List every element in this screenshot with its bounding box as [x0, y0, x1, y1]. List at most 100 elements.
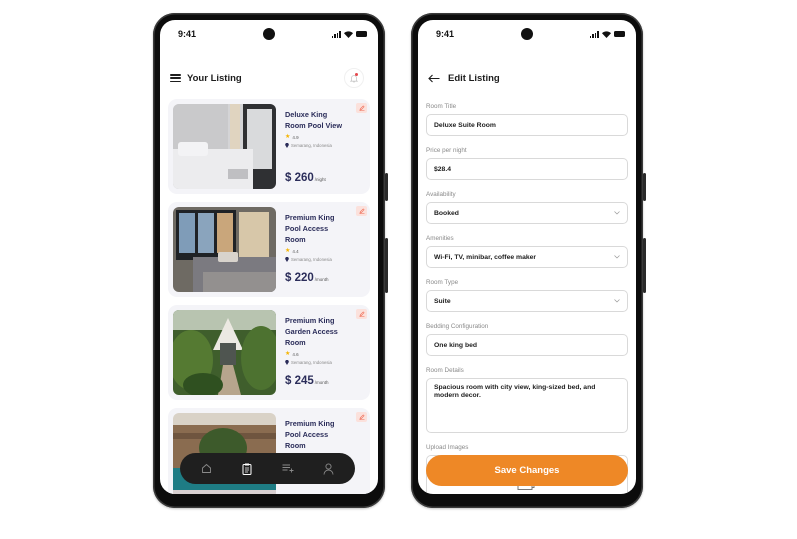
price-unit: /night	[314, 177, 326, 182]
card-title: Premium King Pool Access Room	[285, 419, 335, 450]
location: Semarang, Indonesia	[285, 360, 365, 365]
rating-value: 4.6	[292, 351, 299, 357]
bedding-value: One king bed	[434, 341, 478, 349]
location: Semarang, Indonesia	[285, 143, 365, 148]
price-value: $ 260	[285, 172, 314, 184]
chevron-down-icon	[614, 255, 620, 259]
bedding-input[interactable]: One king bed	[426, 334, 628, 356]
price-value: $28.4	[434, 165, 452, 173]
save-changes-button[interactable]: Save Changes	[426, 455, 628, 486]
edit-button[interactable]	[356, 412, 367, 422]
pencil-icon	[359, 311, 365, 317]
card-body: Premium King Pool Access Room ★ 4.4 Semar…	[285, 207, 365, 292]
listing-cards: Deluxe King Room Pool View ★ 4.9 Semarang…	[168, 99, 370, 494]
volume-button	[385, 173, 388, 201]
chevron-down-icon	[614, 299, 620, 303]
user-icon	[323, 462, 334, 475]
nav-add-listing[interactable]	[278, 459, 298, 479]
price-input[interactable]: $28.4	[426, 158, 628, 180]
availability-value: Booked	[434, 209, 459, 217]
room-title-value: Deluxe Suite Room	[434, 121, 496, 129]
front-camera	[263, 28, 275, 40]
listing-header: Your Listing	[170, 66, 364, 90]
power-button	[643, 238, 646, 293]
price-value: $ 220	[285, 272, 314, 284]
location-text: Semarang, Indonesia	[291, 143, 332, 148]
card-title: Deluxe King Room Pool View	[285, 110, 343, 130]
listing-card[interactable]: Premium King Pool Access Room ★ 4.4 Semar…	[168, 202, 370, 297]
bedding-label: Bedding Configuration	[426, 323, 489, 330]
availability-select[interactable]: Booked	[426, 202, 628, 224]
rating-value: 4.9	[292, 134, 299, 140]
menu-icon[interactable]	[170, 74, 181, 82]
status-icons	[589, 30, 625, 38]
details-textarea[interactable]: Spacious room with city view, king-sized…	[426, 378, 628, 433]
arrow-left-icon	[428, 74, 440, 82]
card-body: Premium King Garden Access Room ★ 4.6 Sem…	[285, 310, 365, 395]
location-pin-icon	[285, 360, 289, 365]
edit-form: Room Title Deluxe Suite Room Price per n…	[426, 103, 628, 494]
price-unit: /month	[314, 277, 329, 282]
edit-button[interactable]	[356, 206, 367, 216]
status-time: 9:41	[178, 29, 197, 39]
phone-edit: 9:41 Edit Listing Room Title Deluxe Suit…	[411, 13, 646, 508]
battery-icon	[614, 31, 625, 37]
amenities-select[interactable]: Wi-Fi, TV, minibar, coffee maker	[426, 246, 628, 268]
details-value: Spacious room with city view, king-sized…	[434, 384, 596, 399]
signal-icon	[331, 30, 341, 38]
nav-profile[interactable]	[319, 459, 339, 479]
listing-card[interactable]: Deluxe King Room Pool View ★ 4.9 Semarang…	[168, 99, 370, 194]
room-type-select[interactable]: Suite	[426, 290, 628, 312]
details-label: Room Details	[426, 367, 464, 374]
pencil-icon	[359, 414, 365, 420]
bottom-nav	[180, 453, 355, 484]
room-title-input[interactable]: Deluxe Suite Room	[426, 114, 628, 136]
star-icon: ★	[285, 351, 291, 357]
card-title: Premium King Pool Access Room	[285, 213, 335, 244]
window-bedroom-photo	[173, 207, 276, 292]
location: Semarang, Indonesia	[285, 257, 365, 262]
room-type-label: Room Type	[426, 279, 459, 286]
listing-screen: 9:41 Your Listing Deluxe King Room Pool …	[160, 20, 378, 494]
notification-dot	[355, 73, 358, 76]
pencil-icon	[359, 208, 365, 214]
edit-header: Edit Listing	[428, 66, 626, 90]
pencil-icon	[359, 105, 365, 111]
signal-icon	[589, 30, 599, 38]
page-title: Edit Listing	[448, 72, 500, 84]
status-time: 9:41	[436, 29, 455, 39]
nav-home[interactable]	[196, 459, 216, 479]
location-pin-icon	[285, 143, 289, 148]
price-unit: /month	[314, 380, 329, 385]
upload-label: Upload Images	[426, 444, 469, 451]
nav-listings[interactable]	[237, 459, 257, 479]
edit-button[interactable]	[356, 309, 367, 319]
card-body: Deluxe King Room Pool View ★ 4.9 Semarang…	[285, 104, 365, 189]
location-text: Semarang, Indonesia	[291, 257, 332, 262]
edit-screen: 9:41 Edit Listing Room Title Deluxe Suit…	[418, 20, 636, 494]
listing-card[interactable]: Premium King Garden Access Room ★ 4.6 Sem…	[168, 305, 370, 400]
room-title-label: Room Title	[426, 103, 457, 110]
star-icon: ★	[285, 134, 291, 140]
back-button[interactable]	[428, 72, 442, 84]
rating: ★ 4.4	[285, 248, 365, 254]
star-icon: ★	[285, 248, 291, 254]
price-value: $ 245	[285, 375, 314, 387]
price: $ 220/month	[285, 272, 329, 284]
clipboard-icon	[242, 463, 252, 475]
wifi-icon	[344, 30, 353, 38]
availability-label: Availability	[426, 191, 456, 198]
location-text: Semarang, Indonesia	[291, 360, 332, 365]
price-label: Price per night	[426, 147, 467, 154]
price: $ 260/night	[285, 172, 326, 184]
edit-button[interactable]	[356, 103, 367, 113]
room-type-value: Suite	[434, 297, 451, 305]
rating-value: 4.4	[292, 248, 299, 254]
price: $ 245/month	[285, 375, 329, 387]
stage: 9:41 Your Listing Deluxe King Room Pool …	[0, 0, 797, 539]
wifi-icon	[602, 30, 611, 38]
notification-button[interactable]	[344, 68, 364, 88]
card-title: Premium King Garden Access Room	[285, 316, 338, 347]
location-pin-icon	[285, 257, 289, 262]
chevron-down-icon	[614, 211, 620, 215]
